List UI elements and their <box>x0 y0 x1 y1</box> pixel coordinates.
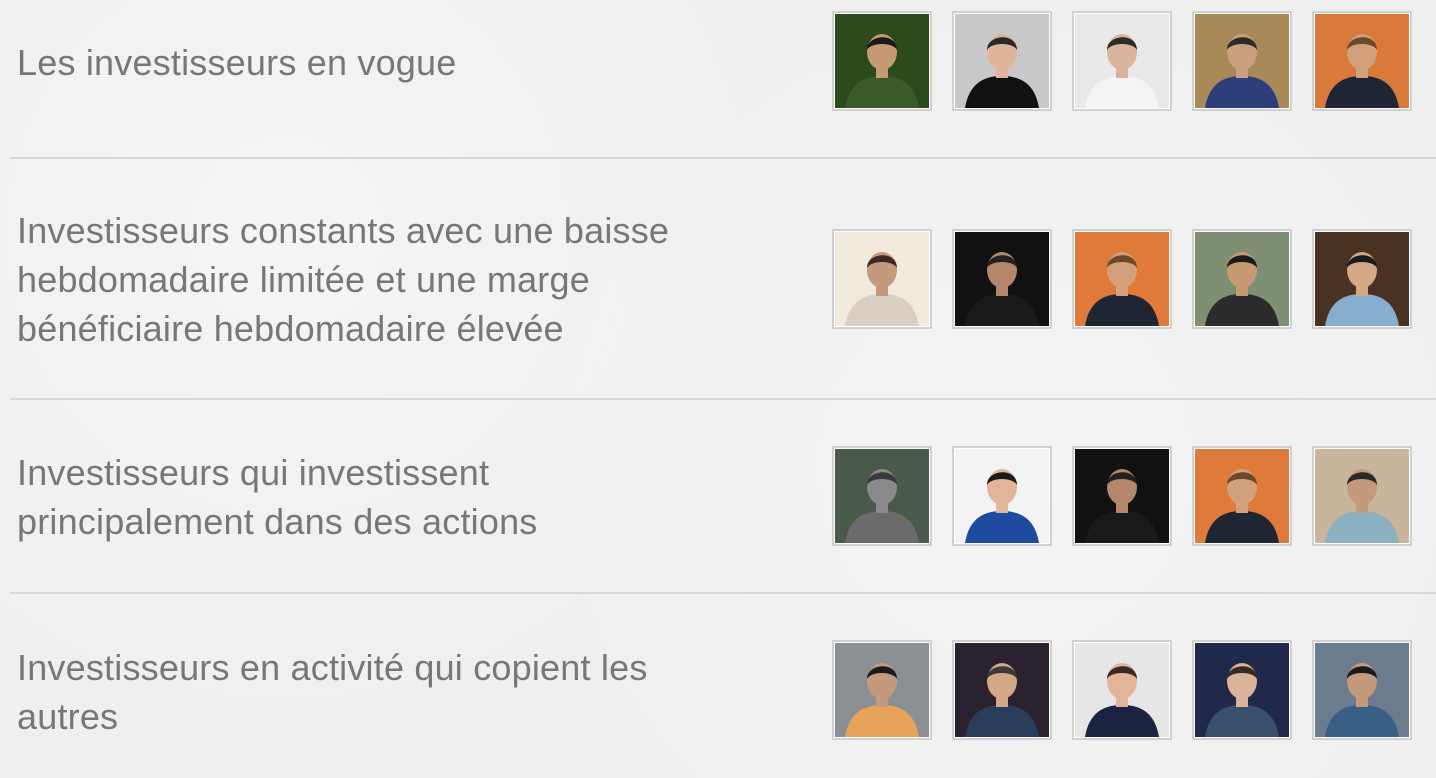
avatar-photo <box>835 449 929 543</box>
avatar-photo <box>1315 232 1409 326</box>
trending-investors-page: Les investisseurs en vogue Investisseurs… <box>0 0 1436 778</box>
avatar-photo <box>1075 232 1169 326</box>
avatar-photo <box>835 232 929 326</box>
investor-avatar[interactable] <box>952 229 1052 329</box>
section-title: Investisseurs constants avec une baisse … <box>17 210 670 349</box>
section-title: Investisseurs en activité qui copient le… <box>17 647 648 737</box>
investor-avatar[interactable] <box>1312 229 1412 329</box>
investor-avatar[interactable] <box>832 11 932 111</box>
section-constant-investors: Investisseurs constants avec une baisse … <box>0 159 1436 399</box>
avatar-row <box>832 640 1412 740</box>
investor-avatar[interactable] <box>1072 229 1172 329</box>
avatar-photo <box>1315 643 1409 737</box>
investor-avatar[interactable] <box>1072 446 1172 546</box>
investor-avatar[interactable] <box>832 446 932 546</box>
investor-avatar[interactable] <box>1312 446 1412 546</box>
investor-avatar[interactable] <box>832 229 932 329</box>
avatar-photo <box>955 449 1049 543</box>
avatar-photo <box>1195 232 1289 326</box>
investor-avatar[interactable] <box>1192 229 1292 329</box>
section-title: Investisseurs qui investissent principal… <box>17 452 538 542</box>
investor-avatar[interactable] <box>952 640 1052 740</box>
section-title: Les investisseurs en vogue <box>17 42 457 83</box>
investor-avatar[interactable] <box>1192 446 1292 546</box>
investor-avatar[interactable] <box>1312 11 1412 111</box>
avatar-row <box>832 11 1412 111</box>
avatar-photo <box>1195 14 1289 108</box>
avatar-photo <box>835 14 929 108</box>
investor-avatar[interactable] <box>1072 640 1172 740</box>
avatar-photo <box>955 14 1049 108</box>
investor-avatar[interactable] <box>952 446 1052 546</box>
avatar-photo <box>955 643 1049 737</box>
avatar-photo <box>1315 449 1409 543</box>
investor-avatar[interactable] <box>952 11 1052 111</box>
avatar-photo <box>1195 643 1289 737</box>
avatar-photo <box>1315 14 1409 108</box>
avatar-photo <box>1075 449 1169 543</box>
avatar-photo <box>955 232 1049 326</box>
investor-avatar[interactable] <box>832 640 932 740</box>
section-trending-investors: Les investisseurs en vogue <box>0 0 1436 158</box>
avatar-photo <box>1075 643 1169 737</box>
investor-avatar[interactable] <box>1312 640 1412 740</box>
investor-avatar[interactable] <box>1192 11 1292 111</box>
avatar-row <box>832 446 1412 546</box>
section-copying-investors: Investisseurs en activité qui copient le… <box>0 594 1436 778</box>
avatar-photo <box>1075 14 1169 108</box>
section-stock-investors: Investisseurs qui investissent principal… <box>0 400 1436 593</box>
avatar-photo <box>835 643 929 737</box>
investor-avatar[interactable] <box>1192 640 1292 740</box>
investor-avatar[interactable] <box>1072 11 1172 111</box>
avatar-photo <box>1195 449 1289 543</box>
avatar-row <box>832 229 1412 329</box>
